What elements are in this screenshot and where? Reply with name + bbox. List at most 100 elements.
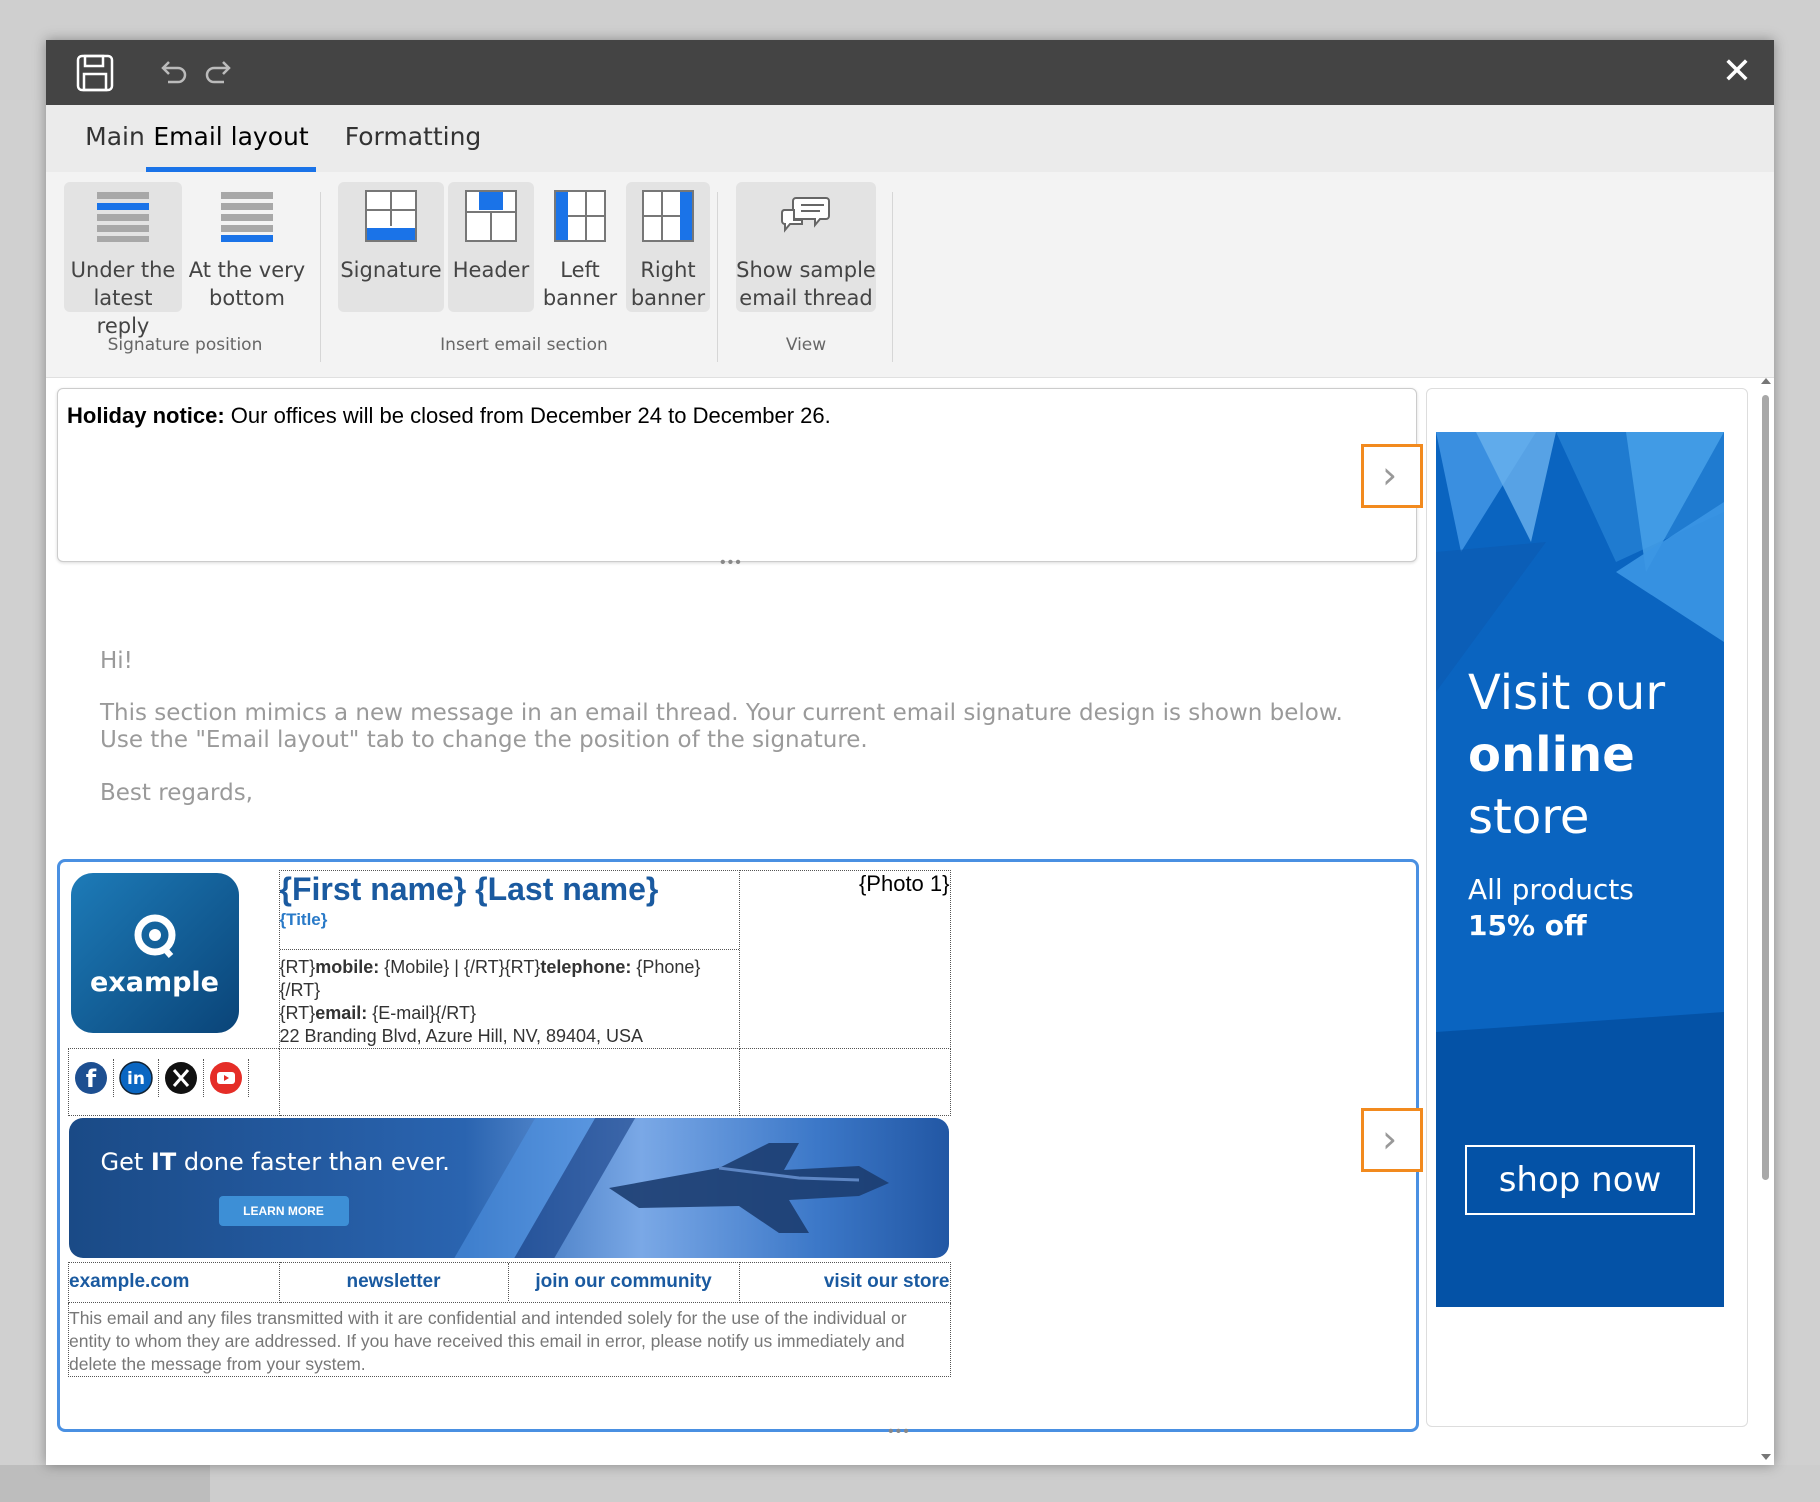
under-latest-reply-icon (97, 192, 149, 242)
scrollbar-thumb[interactable] (1762, 395, 1769, 1180)
signature-position-group-label: Signature position (107, 335, 263, 355)
svg-text:in: in (127, 1069, 145, 1089)
scroll-down-icon[interactable] (1761, 1453, 1771, 1461)
signature-section[interactable]: example {First name} {Last name} {Title}… (57, 859, 1440, 1432)
signature-table: example {First name} {Last name} {Title}… (68, 870, 951, 1377)
disclaimer: This email and any files transmitted wit… (68, 1302, 951, 1377)
logo-text: example (90, 966, 219, 998)
link-cell: example.com (68, 1262, 280, 1303)
logo-mark-icon (134, 914, 175, 958)
logo-cell: example (69, 871, 280, 1049)
title-bar: ✕ (46, 40, 1774, 105)
holiday-notice: Holiday notice: Our offices will be clos… (67, 403, 831, 429)
resize-handle[interactable]: ••• (720, 554, 743, 572)
insert-right-banner-button[interactable]: Right banner (626, 182, 710, 312)
title-placeholder: {Title} (279, 910, 328, 929)
insert-right-banner-label: Right banner (630, 258, 706, 310)
sample-body: This section mimics a new message in an … (100, 700, 1343, 753)
link-cell: newsletter join our community (278, 1262, 740, 1303)
contact-line-2: {/RT} (279, 980, 321, 1000)
ribbon-separator (892, 192, 893, 362)
header-section-icon (465, 190, 517, 242)
chevron-right-icon: › (1382, 453, 1398, 497)
newsletter-link[interactable]: newsletter (280, 1263, 509, 1301)
store-ad-banner[interactable]: Visit our online store All products 15% … (1436, 432, 1724, 1307)
save-icon[interactable] (76, 54, 114, 97)
notice-text: Our offices will be closed from December… (224, 403, 831, 428)
facebook-icon[interactable]: f (69, 1059, 114, 1097)
left-banner-icon (554, 190, 606, 242)
very-bottom-icon (221, 192, 273, 242)
insert-header-button[interactable]: Header (448, 182, 534, 312)
promo-banner[interactable]: Get IT done faster than ever. LEARN MORE (68, 1118, 949, 1258)
right-banner-section[interactable]: Visit our online store All products 15% … (1426, 388, 1748, 1427)
insert-left-banner-label: Left banner (542, 258, 618, 310)
header-expand-button[interactable]: › (1361, 444, 1423, 508)
youtube-icon[interactable] (204, 1059, 249, 1097)
link-cell: visit our store (738, 1262, 951, 1303)
notice-label: Holiday notice: (67, 403, 225, 428)
ad-headline: Visit our online store (1468, 662, 1665, 848)
svg-text:f: f (86, 1065, 97, 1093)
address: 22 Branding Blvd, Azure Hill, NV, 89404,… (279, 1026, 644, 1046)
insert-signature-label: Signature (340, 258, 442, 282)
insert-email-section-group-label: Insert email section (440, 335, 608, 355)
background-app-footer (0, 1465, 1820, 1502)
store-link[interactable]: visit our store (824, 1271, 950, 1292)
insert-left-banner-button[interactable]: Left banner (538, 182, 622, 312)
show-sample-thread-label: Show sample email thread (736, 258, 876, 310)
learn-more-button[interactable]: LEARN MORE (218, 1196, 349, 1226)
ribbon-separator (717, 192, 718, 362)
chat-bubbles-icon (781, 197, 830, 233)
ribbon-separator (320, 192, 321, 362)
scroll-up-icon[interactable] (1761, 377, 1771, 385)
ad-headline-line-1: Visit our (1468, 665, 1666, 721)
empty-cell (278, 1048, 740, 1116)
very-bottom-button[interactable]: At the very bottom (188, 182, 306, 312)
photo-placeholder: {Photo 1} (738, 870, 951, 1049)
resize-handle[interactable]: ••• (888, 1423, 911, 1441)
tab-email-layout[interactable]: Email layout (146, 105, 316, 172)
view-group-label: View (785, 335, 827, 355)
vertical-scrollbar[interactable] (1760, 378, 1771, 1461)
ribbon: Under the latest reply At the very botto… (46, 172, 1774, 378)
under-latest-reply-label: Under the latest reply (70, 258, 176, 338)
redo-icon[interactable] (204, 58, 234, 93)
signature-expand-button[interactable]: › (1361, 1108, 1423, 1172)
ad-headline-line-2: online (1468, 727, 1635, 783)
ad-subline: All products 15% off (1468, 872, 1634, 944)
signature-editor-dialog: ✕ Main Email layout Formatting Under the… (46, 40, 1774, 1465)
empty-cell (738, 1048, 951, 1116)
contact-line-3: {RT}email: {E-mail}{/RT} (279, 1003, 476, 1023)
ad-subline-2: 15% off (1468, 909, 1587, 942)
banner-cell: Get IT done faster than ever. LEARN MORE (68, 1116, 951, 1263)
shop-now-button[interactable]: shop now (1465, 1145, 1695, 1215)
website-link[interactable]: example.com (69, 1271, 189, 1292)
close-icon[interactable]: ✕ (1722, 52, 1752, 92)
banner-headline: Get IT done faster than ever. (100, 1148, 450, 1176)
preview-area: Holiday notice: Our offices will be clos… (46, 378, 1774, 1465)
linkedin-icon[interactable]: in (114, 1059, 159, 1097)
insert-header-label: Header (452, 258, 530, 282)
community-link[interactable]: join our community (509, 1263, 739, 1301)
right-banner-icon (642, 190, 694, 242)
contact-block: {RT}mobile: {Mobile} | {/RT}{RT}telephon… (280, 950, 739, 1048)
x-icon[interactable] (159, 1059, 204, 1097)
company-logo: example (70, 872, 239, 1033)
header-section[interactable]: Holiday notice: Our offices will be clos… (57, 388, 1417, 562)
insert-signature-button[interactable]: Signature (338, 182, 444, 312)
very-bottom-label: At the very bottom (188, 258, 306, 310)
contact-line-1: {RT}mobile: {Mobile} | {/RT}{RT}telephon… (279, 957, 701, 977)
name-placeholder: {First name} {Last name} (279, 871, 659, 907)
signature-section-icon (365, 190, 417, 242)
background-app-footer-left (0, 1465, 210, 1502)
tab-formatting[interactable]: Formatting (328, 105, 498, 172)
undo-icon[interactable] (158, 58, 188, 93)
ad-headline-line-3: store (1468, 789, 1590, 845)
chevron-right-icon: › (1382, 1117, 1398, 1161)
show-sample-thread-button[interactable]: Show sample email thread (736, 182, 876, 312)
under-latest-reply-button[interactable]: Under the latest reply (64, 182, 182, 338)
social-icons-cell: f in (68, 1048, 280, 1116)
ad-subline-1: All products (1468, 873, 1634, 906)
tab-bar: Main Email layout Formatting (46, 105, 1774, 172)
